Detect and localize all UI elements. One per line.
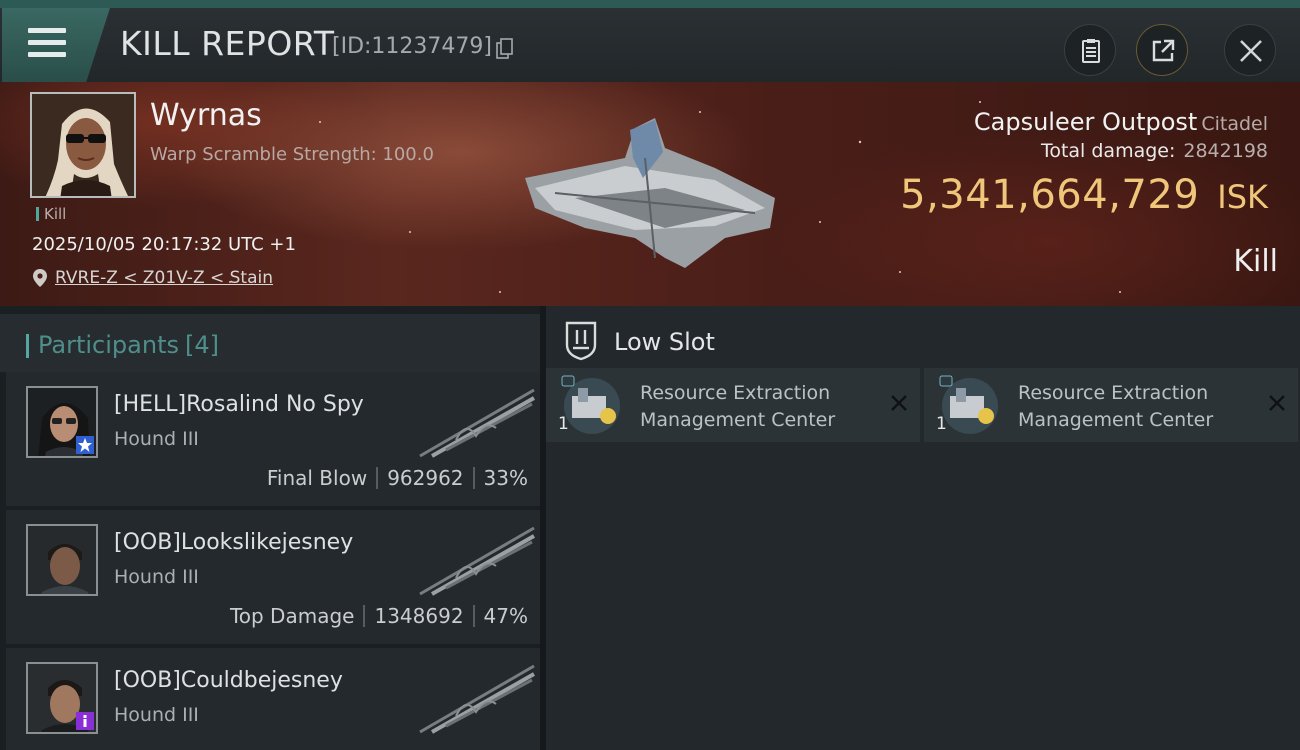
- module-item[interactable]: 1 Resource Extraction Management Center: [924, 368, 1298, 442]
- participant-role: Top Damage: [229, 604, 355, 628]
- participant-role: Final Blow: [266, 466, 368, 490]
- stat-divider: [472, 467, 475, 489]
- hound-ship-image: [419, 664, 535, 734]
- participant-damage: 962962: [387, 466, 464, 490]
- participants-label: Participants: [38, 331, 179, 359]
- total-damage: Total damage: 2842198: [1041, 140, 1268, 162]
- participant-damage: 1348692: [374, 604, 464, 628]
- participant-name[interactable]: [OOB]Lookslikejesney: [114, 530, 353, 555]
- participant-ship: Hound III: [114, 566, 199, 588]
- participant-avatar[interactable]: [26, 524, 98, 596]
- participant-row[interactable]: [OOB]Couldbejesney Hound III: [6, 648, 540, 750]
- victim-portrait-icon: [32, 94, 134, 196]
- stat-divider: [363, 605, 366, 627]
- kill-result-label: Kill: [1233, 244, 1278, 279]
- victim-avatar[interactable]: [30, 92, 136, 198]
- kill-datetime: 2025/10/05 20:17:32 UTC +1: [32, 234, 296, 255]
- close-icon[interactable]: [890, 394, 908, 412]
- module-name: Resource Extraction Management Center: [640, 380, 870, 434]
- clipboard-button[interactable]: [1064, 24, 1116, 76]
- menu-button[interactable]: [2, 8, 110, 82]
- close-icon[interactable]: [1268, 394, 1286, 412]
- info-badge-icon: [76, 712, 94, 730]
- isk-amount: 5,341,664,729: [900, 172, 1200, 218]
- kill-banner: Wyrnas Warp Scramble Strength: 100.0 Kil…: [0, 82, 1300, 306]
- participant-row[interactable]: [HELL]Rosalind No Spy Hound III Final Bl…: [6, 372, 540, 506]
- location-pin-icon: [33, 269, 47, 287]
- target-name: Capsuleer Outpost Citadel: [974, 108, 1268, 136]
- module-name-line: Resource Extraction: [640, 382, 831, 404]
- low-slot-header: Low Slot: [546, 314, 1300, 368]
- hamburger-icon: [28, 28, 66, 58]
- module-name-line: Management Center: [640, 409, 836, 431]
- participant-row[interactable]: [OOB]Lookslikejesney Hound III Top Damag…: [6, 510, 540, 644]
- low-slot-title: Low Slot: [614, 328, 715, 356]
- target-type-name: Capsuleer Outpost: [973, 108, 1198, 136]
- close-button[interactable]: [1224, 24, 1276, 76]
- module-name: Resource Extraction Management Center: [1018, 380, 1248, 434]
- hound-ship-image: [419, 526, 535, 596]
- header-bar: KILL REPORT [ID:11237479]: [0, 0, 1300, 82]
- clipboard-icon: [1082, 39, 1100, 63]
- total-damage-label: Total damage:: [1040, 140, 1176, 162]
- total-damage-value: 2842198: [1183, 140, 1268, 162]
- share-icon: [1152, 39, 1175, 62]
- page-title: KILL REPORT: [120, 24, 335, 63]
- participant-percent: 33%: [483, 466, 528, 490]
- isk-value: 5,341,664,729 ISK: [900, 172, 1268, 218]
- participants-header: Participants [4]: [0, 314, 540, 372]
- participant-name[interactable]: [OOB]Couldbejesney: [114, 668, 343, 693]
- module-name-line: Resource Extraction: [1018, 382, 1209, 404]
- hound-ship-image: [419, 388, 535, 458]
- fitting-panel: Low Slot 1 Resource Extraction Managemen…: [546, 306, 1300, 750]
- module-quantity: 1: [936, 414, 947, 434]
- low-slot-icon: [565, 321, 597, 361]
- participant-name[interactable]: [HELL]Rosalind No Spy: [114, 392, 364, 417]
- kill-tag: Kill: [36, 205, 66, 223]
- participant-avatar[interactable]: [26, 662, 98, 734]
- victim-subtitle: Warp Scramble Strength: 100.0: [150, 144, 434, 165]
- stat-divider: [376, 467, 379, 489]
- participants-count: [4]: [184, 331, 219, 359]
- participant-ship: Hound III: [114, 704, 199, 726]
- copy-icon[interactable]: [496, 38, 514, 60]
- isk-unit: ISK: [1217, 178, 1268, 216]
- module-name-line: Management Center: [1018, 409, 1214, 431]
- stat-divider: [472, 605, 475, 627]
- module-quantity: 1: [558, 414, 569, 434]
- kill-id: [ID:11237479]: [332, 34, 492, 59]
- participant-stats: Final Blow 962962 33%: [267, 466, 528, 490]
- participant-avatar[interactable]: [26, 386, 98, 458]
- portrait-icon: [28, 526, 96, 594]
- victim-name[interactable]: Wyrnas: [150, 98, 262, 133]
- module-item[interactable]: 1 Resource Extraction Management Center: [546, 368, 920, 442]
- kill-location-link[interactable]: RVRE-Z < Z01V-Z < Stain: [55, 268, 273, 288]
- participant-percent: 47%: [483, 604, 528, 628]
- share-button[interactable]: [1136, 24, 1188, 76]
- close-icon: [1240, 40, 1262, 62]
- participants-title: Participants [4]: [26, 331, 219, 359]
- star-badge-icon: [76, 436, 94, 454]
- participant-stats: Top Damage 1348692 47%: [230, 604, 528, 628]
- participant-ship: Hound III: [114, 428, 199, 450]
- citadel-structure-image[interactable]: [515, 118, 785, 278]
- participants-panel: Participants [4] [HELL]Rosalind No Spy Ho…: [0, 306, 540, 750]
- target-class: Citadel: [1201, 113, 1268, 135]
